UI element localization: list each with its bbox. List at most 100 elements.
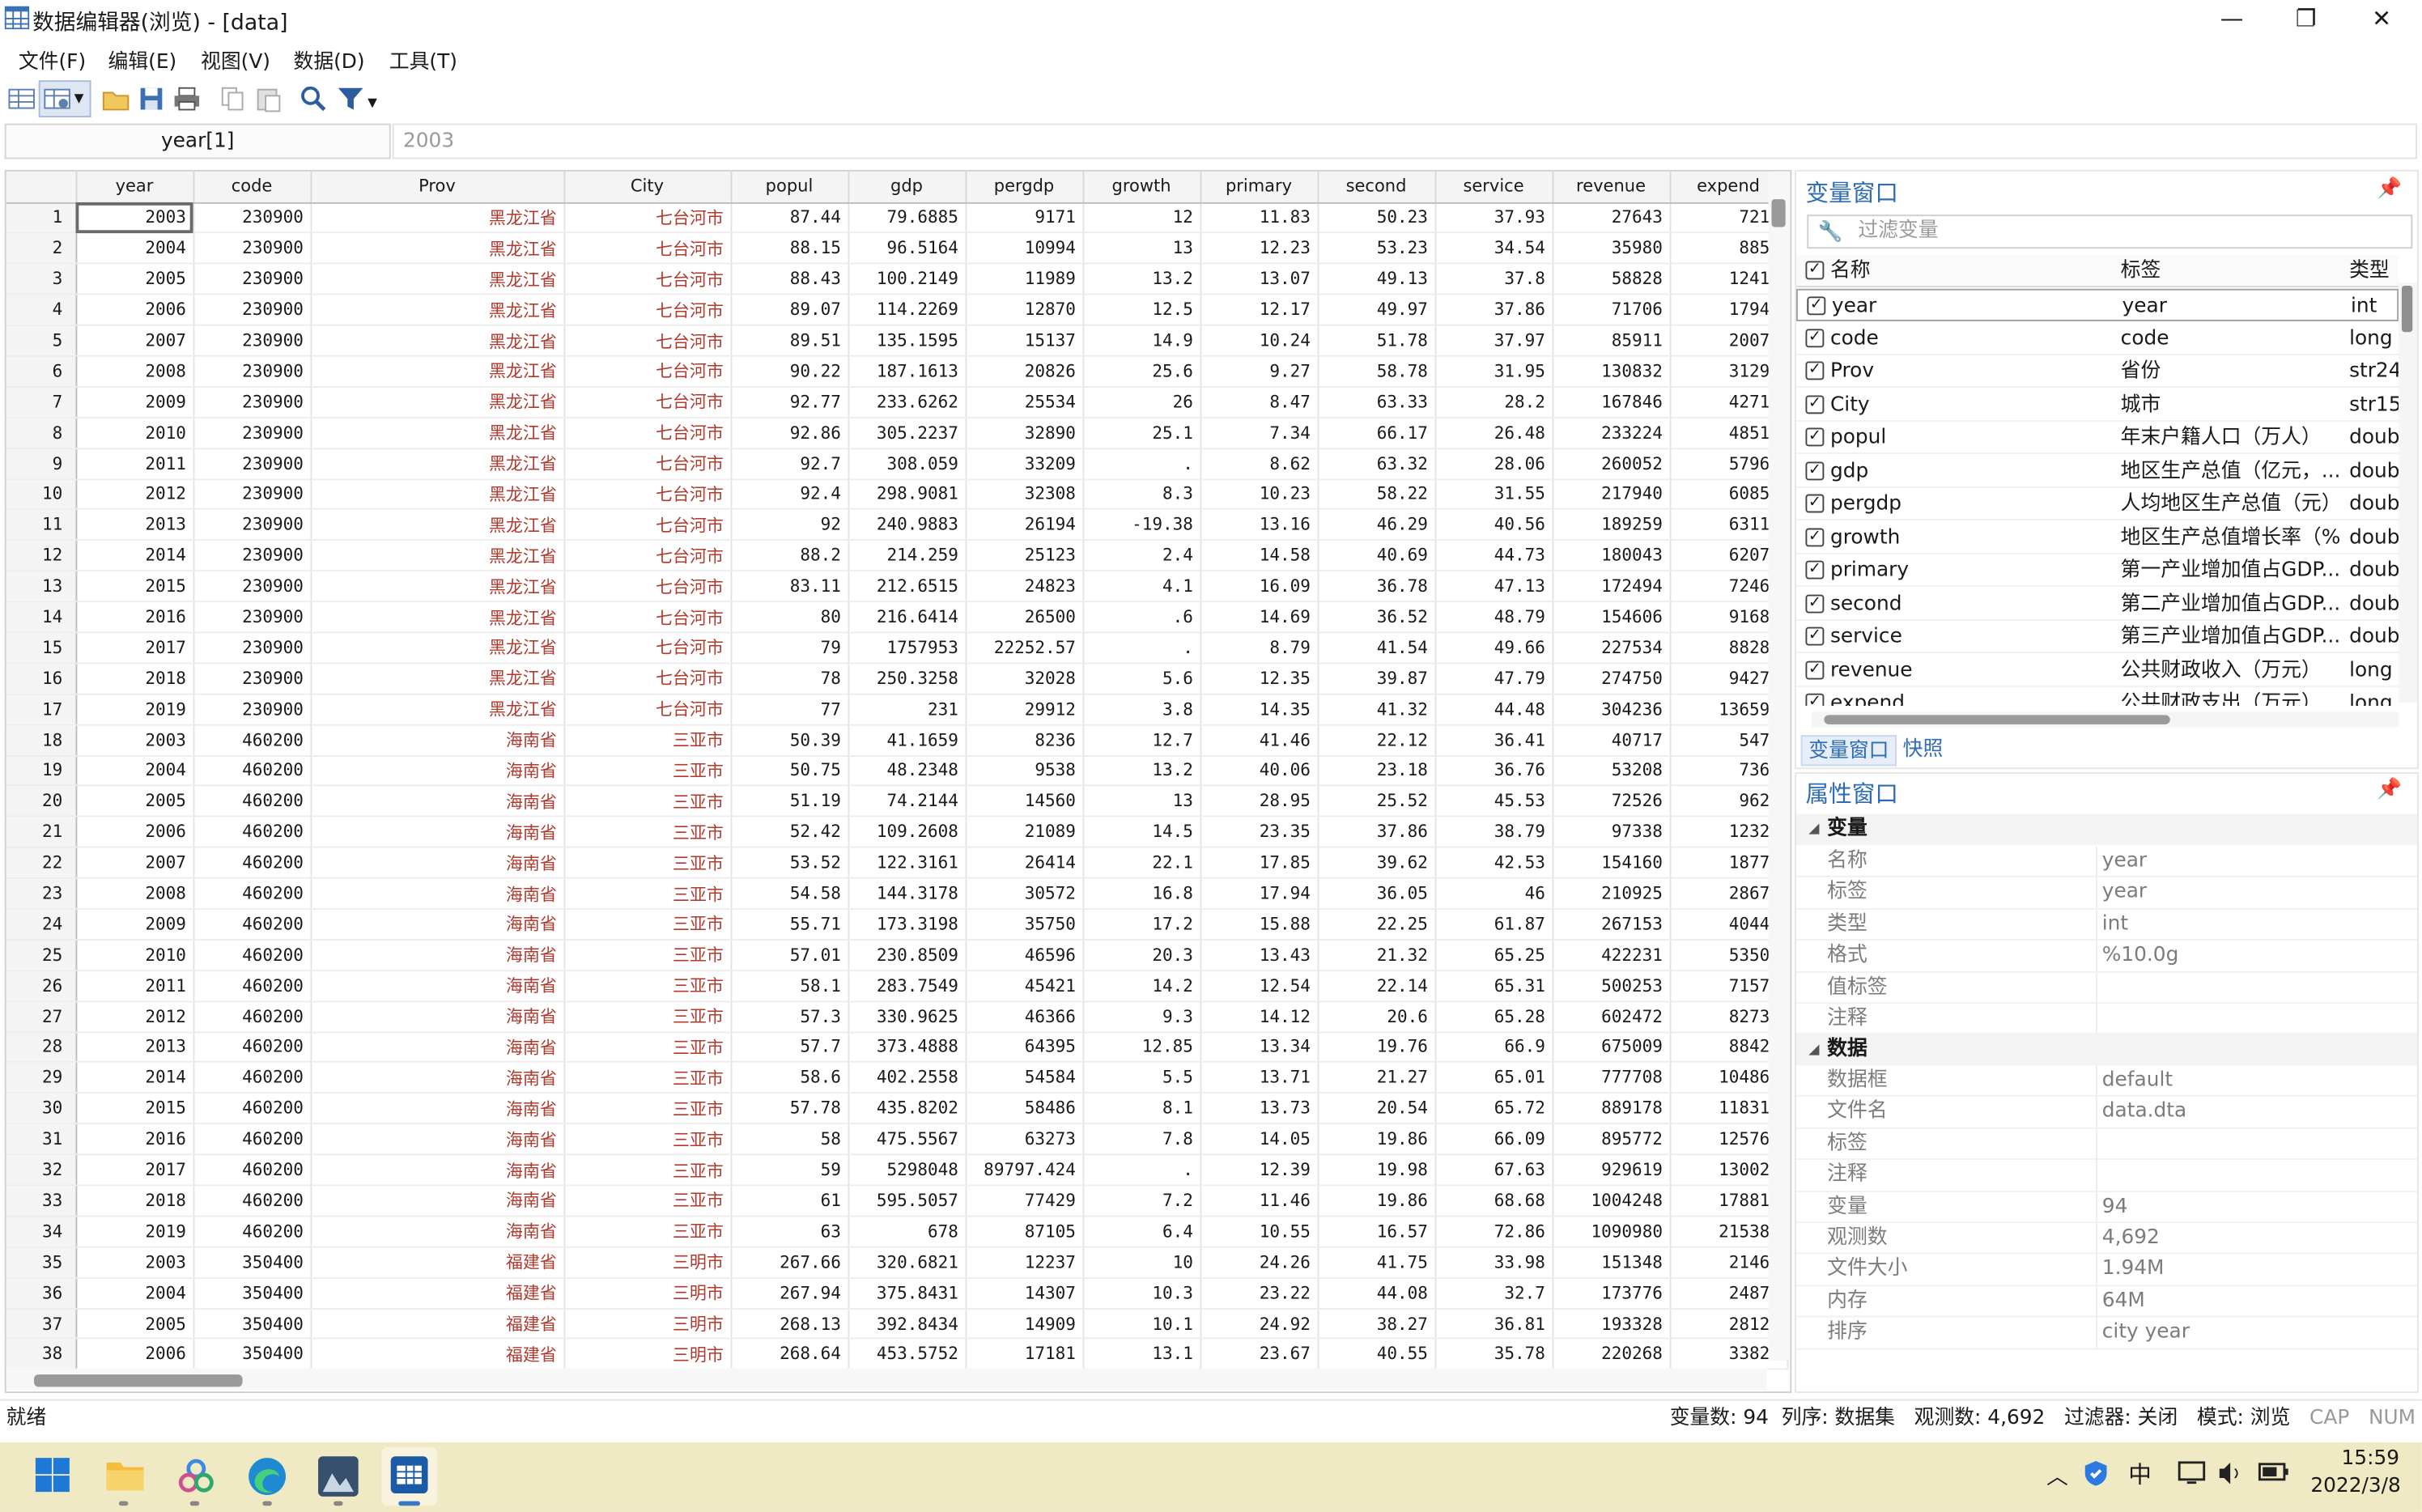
header-label[interactable]: 标签	[2121, 255, 2345, 287]
table-cell[interactable]: 黑龙江省	[310, 663, 565, 695]
table-cell[interactable]: 福建省	[310, 1339, 565, 1371]
table-cell[interactable]: 189259	[1552, 509, 1671, 542]
table-cell[interactable]: 25534	[965, 386, 1084, 418]
variable-checkbox[interactable]: ✓	[1805, 328, 1825, 347]
table-cell[interactable]: 230900	[193, 448, 312, 480]
table-cell[interactable]: 28.06	[1434, 448, 1553, 480]
table-cell[interactable]: .6	[1082, 601, 1201, 634]
variable-section-header[interactable]: ◢ 变量	[1796, 813, 2418, 845]
table-cell[interactable]: 46	[1434, 877, 1553, 910]
table-cell[interactable]: 109.2608	[848, 816, 967, 848]
table-cell[interactable]: 678	[848, 1216, 967, 1248]
table-cell[interactable]: 海南省	[310, 1185, 565, 1217]
table-cell[interactable]: 267.94	[730, 1277, 849, 1310]
row-number[interactable]: 17	[6, 694, 77, 726]
table-cell[interactable]: 54584	[965, 1062, 1084, 1094]
table-cell[interactable]: 187.1613	[848, 355, 967, 388]
row-number[interactable]: 1	[6, 202, 77, 234]
table-cell[interactable]: 26194	[965, 509, 1084, 542]
table-cell[interactable]: 595.5057	[848, 1185, 967, 1217]
row-number[interactable]: 22	[6, 847, 77, 879]
row-number[interactable]: 12	[6, 540, 77, 572]
table-cell[interactable]: 460200	[193, 1185, 312, 1217]
table-cell[interactable]: 三亚市	[563, 724, 732, 757]
table-cell[interactable]: 海南省	[310, 724, 565, 757]
row-number[interactable]: 29	[6, 1062, 77, 1094]
table-cell[interactable]: 4.1	[1082, 571, 1201, 603]
table-cell[interactable]: 50.23	[1317, 202, 1436, 234]
row-number[interactable]: 16	[6, 663, 77, 695]
table-cell[interactable]: 92	[730, 509, 849, 542]
table-row[interactable]: 5 2007 230900 黑龙江省 七台河市 89.51 135.1595 15137 14.…	[6, 325, 1788, 357]
row-number[interactable]: 14	[6, 601, 77, 634]
table-cell[interactable]: 230900	[193, 632, 312, 665]
table-cell[interactable]: 20.6	[1317, 1000, 1436, 1033]
security-shield-icon[interactable]	[2084, 1459, 2109, 1487]
table-cell[interactable]: 32.7	[1434, 1277, 1553, 1310]
table-cell[interactable]: 2019	[75, 1216, 194, 1248]
variable-item[interactable]: ✓pergdp 人均地区生产总值（元） double	[1796, 488, 2399, 521]
table-cell[interactable]: 13.2	[1082, 263, 1201, 295]
table-cell[interactable]: 675009	[1552, 1031, 1671, 1064]
scroll-thumb[interactable]	[1824, 715, 2170, 724]
table-cell[interactable]: 53208	[1552, 755, 1671, 787]
pin-icon[interactable]: 📌	[2377, 177, 2402, 201]
table-cell[interactable]: 154606	[1552, 601, 1671, 634]
table-cell[interactable]: 41.32	[1317, 694, 1436, 726]
row-number[interactable]: 25	[6, 939, 77, 971]
table-cell[interactable]: 19.76	[1317, 1031, 1436, 1064]
table-cell[interactable]: 57.7	[730, 1031, 849, 1064]
table-cell[interactable]: 三亚市	[563, 939, 732, 971]
table-cell[interactable]: 海南省	[310, 786, 565, 818]
table-cell[interactable]: 14560	[965, 786, 1084, 818]
table-cell[interactable]: 460200	[193, 816, 312, 848]
table-cell[interactable]: 74.2144	[848, 786, 967, 818]
scroll-thumb[interactable]	[33, 1374, 243, 1387]
table-cell[interactable]: 39.62	[1317, 847, 1436, 879]
table-cell[interactable]: 20.54	[1317, 1093, 1436, 1125]
table-cell[interactable]: 9538	[965, 755, 1084, 787]
table-cell[interactable]: 230900	[193, 263, 312, 295]
row-number[interactable]: 11	[6, 509, 77, 542]
table-cell[interactable]: 2015	[75, 1093, 194, 1125]
table-cell[interactable]: 151348	[1552, 1247, 1671, 1279]
table-cell[interactable]: 5.6	[1082, 663, 1201, 695]
table-cell[interactable]: 海南省	[310, 816, 565, 848]
table-cell[interactable]: 298.9081	[848, 478, 967, 511]
stata-icon[interactable]	[389, 1455, 430, 1495]
table-cell[interactable]: 2018	[75, 663, 194, 695]
table-cell[interactable]: 210925	[1552, 877, 1671, 910]
table-cell[interactable]: 黑龙江省	[310, 202, 565, 234]
table-cell[interactable]: 26	[1082, 386, 1201, 418]
table-cell[interactable]: 230900	[193, 294, 312, 326]
table-cell[interactable]: 16.8	[1082, 877, 1201, 910]
table-cell[interactable]: 10.23	[1200, 478, 1319, 511]
table-cell[interactable]: 海南省	[310, 755, 565, 787]
table-cell[interactable]: 黑龙江省	[310, 232, 565, 265]
table-cell[interactable]: 29912	[965, 694, 1084, 726]
table-cell[interactable]: 黑龙江省	[310, 509, 565, 542]
table-cell[interactable]: 40.55	[1317, 1339, 1436, 1371]
table-cell[interactable]: 63.33	[1317, 386, 1436, 418]
table-cell[interactable]: 167846	[1552, 386, 1671, 418]
table-cell[interactable]: 230900	[193, 509, 312, 542]
edge-icon[interactable]	[245, 1455, 288, 1497]
table-cell[interactable]: 92.77	[730, 386, 849, 418]
table-cell[interactable]: 2004	[75, 1277, 194, 1310]
table-cell[interactable]: 66.9	[1434, 1031, 1553, 1064]
variable-checkbox[interactable]: ✓	[1805, 560, 1825, 580]
table-cell[interactable]: 2018	[75, 1185, 194, 1217]
table-cell[interactable]: 267153	[1552, 908, 1671, 941]
table-cell[interactable]: 七台河市	[563, 386, 732, 418]
row-number[interactable]: 5	[6, 325, 77, 357]
header-name[interactable]: 名称	[1830, 255, 1871, 287]
table-row[interactable]: 20 2005 460200 海南省 三亚市 51.19 74.2144 14560 13 28.…	[6, 786, 1788, 818]
select-all-checkbox[interactable]: ✓	[1805, 261, 1825, 280]
table-cell[interactable]: 海南省	[310, 1093, 565, 1125]
table-cell[interactable]: 黑龙江省	[310, 694, 565, 726]
column-header[interactable]: City	[563, 171, 732, 203]
table-cell[interactable]: 460200	[193, 939, 312, 971]
table-cell[interactable]: 216.6414	[848, 601, 967, 634]
battery-icon[interactable]	[2258, 1463, 2288, 1481]
table-row[interactable]: 15 2017 230900 黑龙江省 七台河市 79 1757953 22252.57. 8.…	[6, 632, 1788, 665]
